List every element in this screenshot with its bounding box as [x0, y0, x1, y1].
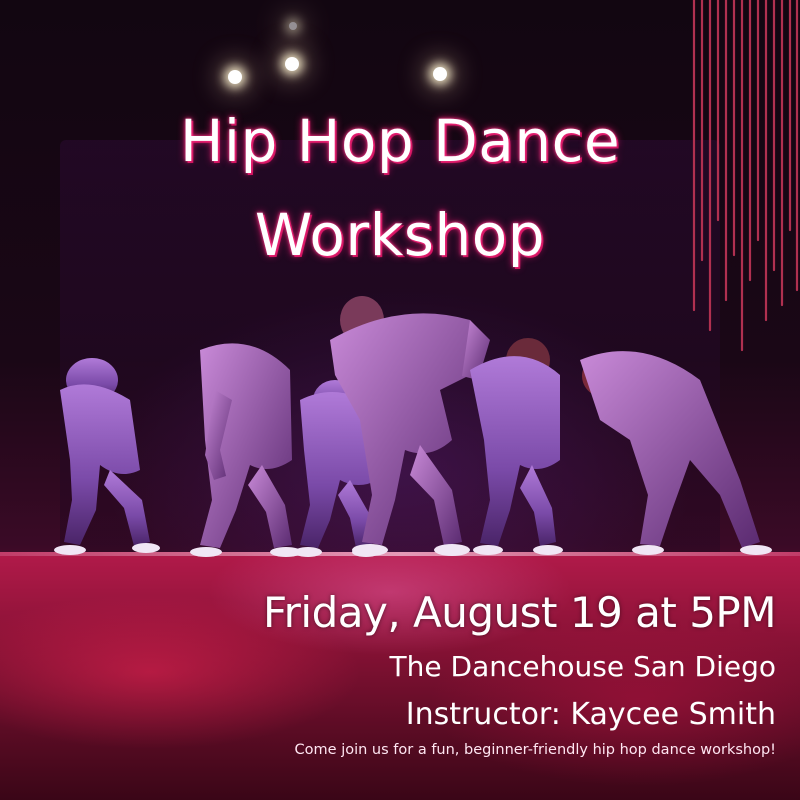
event-title-line-1: Hip Hop Dance [179, 107, 621, 175]
dancer-figure [470, 338, 563, 555]
stage-spotlight [433, 67, 447, 81]
event-venue: The Dancehouse San Diego [389, 650, 776, 683]
event-date: Friday, August 19 at 5PM [263, 588, 776, 637]
dancer-figure [54, 358, 160, 555]
event-instructor: Instructor: Kaycee Smith [405, 697, 776, 732]
dancers-photo [54, 296, 772, 557]
event-tagline: Come join us for a fun, beginner-friendl… [294, 742, 776, 758]
stage-spotlight [285, 57, 299, 71]
stage-spotlight [289, 22, 297, 30]
event-poster: Hip Hop Dance Workshop Friday, August 19… [0, 0, 800, 800]
stage-spotlight [228, 70, 242, 84]
dancer-figure [190, 343, 302, 557]
event-title-line-2: Workshop [254, 201, 546, 269]
dancer-figure [580, 351, 772, 555]
